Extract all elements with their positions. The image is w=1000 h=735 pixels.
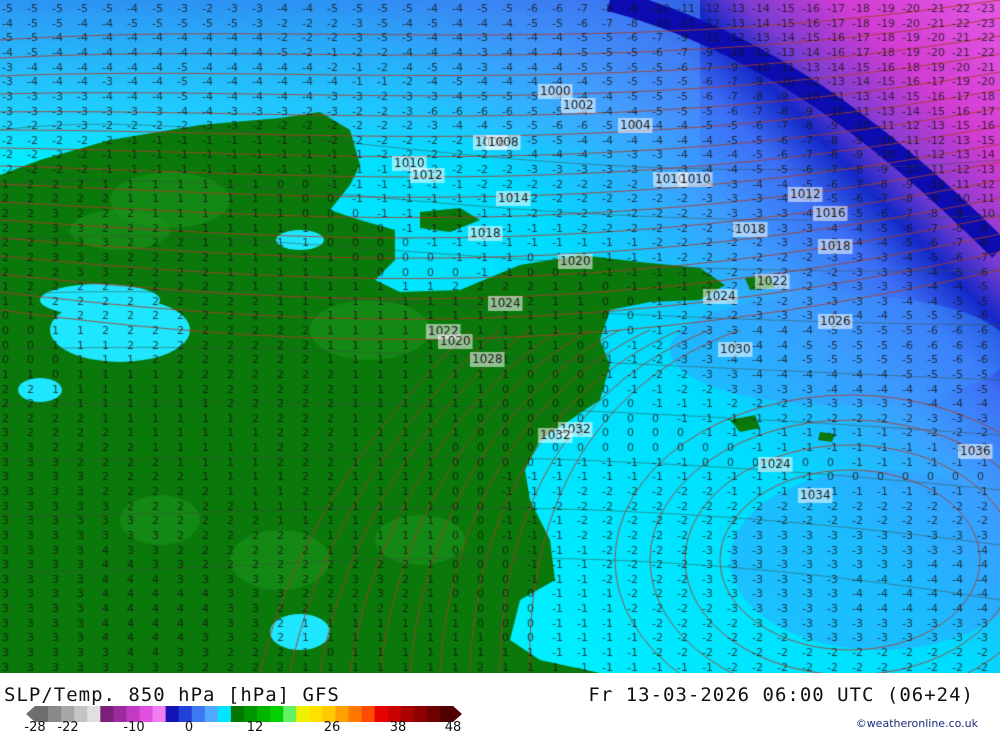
scale-swatch [204,706,219,722]
scale-swatch [152,706,167,722]
scale-swatch [217,706,232,722]
scale-swatch [413,706,428,722]
scale-swatch [87,706,101,722]
credit-link[interactable]: ©weatheronline.co.uk [856,717,978,730]
scale-swatch [296,706,310,722]
scale-swatch [426,706,441,722]
scale-swatch [374,706,389,722]
scale-swatch [165,706,180,722]
scale-swatch [100,706,114,722]
scale-swatch [270,706,284,722]
map-footer: SLP/Temp. 850 hPa [hPa] GFS Fr 13-03-202… [0,673,1000,735]
scale-swatch [230,706,245,722]
scale-swatch [309,706,323,722]
scale-swatch [283,706,297,722]
weather-map [0,0,1000,673]
map-title: SLP/Temp. 850 hPa [hPa] GFS [4,684,340,706]
scale-swatch [191,706,206,722]
scale-swatch [361,706,376,722]
valid-time: Fr 13-03-2026 06:00 UTC (06+24) [588,684,974,706]
scale-swatch [348,706,363,722]
